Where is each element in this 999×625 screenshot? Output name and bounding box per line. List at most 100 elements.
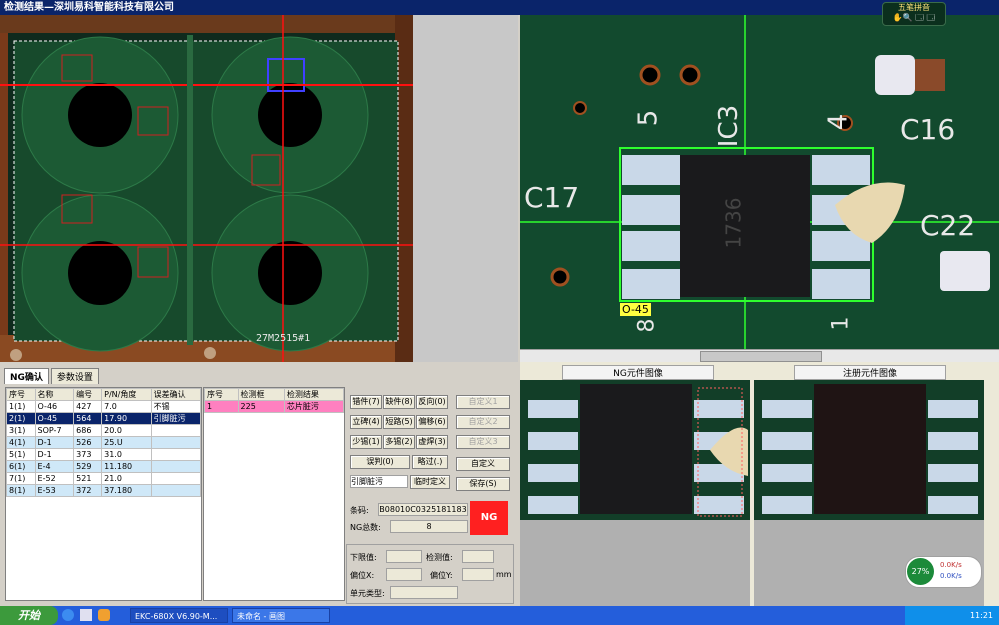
skip-button[interactable]: 略过(.) <box>412 455 448 469</box>
cell: 11.180 <box>101 460 152 473</box>
ng-image-title: NG元件图像 <box>562 365 714 380</box>
media-icon[interactable] <box>97 609 110 621</box>
cell: E-4 <box>34 460 75 473</box>
cell: 564 <box>73 412 103 425</box>
defect-button-short[interactable]: 短路(5) <box>383 415 415 429</box>
cell: E-52 <box>34 472 75 485</box>
table-row[interactable]: 7(1) E-52 521 21.0 <box>6 472 202 485</box>
image-divider <box>413 15 518 362</box>
silk-label-ic3: IC3 <box>714 104 745 148</box>
col-name: 名称 <box>34 388 75 401</box>
table-row[interactable]: 3(1) SOP-7 686 20.0 <box>6 424 202 437</box>
offset-x-label: 偏位X: <box>350 571 375 580</box>
custom-button-3[interactable]: 自定义3 <box>456 435 510 449</box>
defect-button-missing[interactable]: 缺件(8) <box>383 395 415 409</box>
board-label: 27M2515#1 <box>256 333 311 344</box>
table-row[interactable]: 4(1) D-1 526 25.U <box>6 436 202 449</box>
cell <box>150 424 202 437</box>
start-button[interactable]: 开始 <box>0 606 58 625</box>
cell <box>150 448 202 461</box>
table-row[interactable]: 6(1) E-4 529 11.180 <box>6 460 202 473</box>
defect-button-wrong-part[interactable]: 错件(7) <box>350 395 382 409</box>
cell: 2(1) <box>6 412 36 425</box>
col-detail-index: 序号 <box>204 388 239 401</box>
ng-component-image[interactable] <box>520 380 750 520</box>
taskbar-item-paint[interactable]: 未命名 - 画图 <box>232 608 330 623</box>
cell: 521 <box>73 472 103 485</box>
ng-status-indicator: NG <box>470 501 508 535</box>
net-speed-down: 0.0K/s <box>940 572 962 580</box>
cell: 17.90 <box>101 412 152 425</box>
lower-limit-field <box>386 550 422 563</box>
cell: SOP-7 <box>34 424 75 437</box>
cell: 芯片脏污 <box>283 400 345 413</box>
overview-pcb-image[interactable]: 27M2515#1 <box>0 15 413 362</box>
defect-button-offset[interactable]: 偏移(6) <box>416 415 448 429</box>
cell: 686 <box>73 424 103 437</box>
custom-define-button[interactable]: 自定义 <box>456 457 510 471</box>
cell: 5(1) <box>6 448 36 461</box>
detail-table: 序号 检测框 检测结果 1 225 芯片脏污 <box>203 387 345 601</box>
cell: D-1 <box>34 436 75 449</box>
ng-total-field: 8 <box>390 520 468 533</box>
cell: 427 <box>73 400 103 413</box>
unit-label: mm <box>496 570 512 579</box>
net-speed-up: 0.0K/s <box>940 561 962 569</box>
table-row[interactable]: 1(1) O-46 427 7.0 不锡 <box>6 400 202 413</box>
zoom-scrollbar[interactable] <box>520 349 999 362</box>
ref-component-image[interactable] <box>754 380 984 520</box>
ref-component-svg <box>754 380 984 520</box>
table-row-selected[interactable]: 1 225 芯片脏污 <box>204 400 345 413</box>
detect-value-field <box>462 550 494 563</box>
window-title-bar: 检测结果—深圳易科智能科技有限公司 <box>0 0 999 15</box>
cell <box>150 472 202 485</box>
cell <box>150 436 202 449</box>
silk-label-5: 5 <box>633 109 664 127</box>
ime-toolbar[interactable]: 五笔拼音 ✋🔍 🗔 🗔 <box>882 2 946 26</box>
detect-value-label: 检测值: <box>426 553 453 562</box>
zoom-component-image[interactable]: 5 IC3 4 C16 C17 C22 8 1 1736 O-45 <box>520 15 999 349</box>
cell: 不锡 <box>150 400 202 413</box>
ie-icon[interactable] <box>62 609 74 621</box>
cell: 1 <box>204 400 239 413</box>
cell: 7(1) <box>6 472 36 485</box>
zoom-scroll-thumb[interactable] <box>700 351 822 362</box>
save-button[interactable]: 保存(S) <box>456 477 510 491</box>
desktop-icon[interactable] <box>79 609 92 621</box>
cell: 6(1) <box>6 460 36 473</box>
defect-button-reverse[interactable]: 反向(0) <box>416 395 448 409</box>
ng-list-header: 序号 名称 编号 P/N/角度 误差确认 <box>6 388 202 401</box>
net-speed-widget[interactable]: 27% 0.0K/s 0.0K/s <box>905 556 982 588</box>
defect-button-tombstone[interactable]: 立碑(4) <box>350 415 382 429</box>
cell: 526 <box>73 436 103 449</box>
net-speed-percent: 27% <box>907 558 934 585</box>
tab-ng-confirm[interactable]: NG确认 <box>4 368 49 384</box>
tab-params[interactable]: 参数设置 <box>50 368 99 384</box>
cell: 21.0 <box>101 472 152 485</box>
table-row-selected[interactable]: 2(1) O-45 564 17.90 引脚脏污 <box>6 412 202 425</box>
custom-button-1[interactable]: 自定义1 <box>456 395 510 409</box>
cell: 引脚脏污 <box>150 412 202 425</box>
custom-button-2[interactable]: 自定义2 <box>456 415 510 429</box>
table-row[interactable]: 5(1) D-1 373 31.0 <box>6 448 202 461</box>
window-title: 检测结果—深圳易科智能科技有限公司 <box>4 2 174 13</box>
retest-button[interactable]: 误判(0) <box>350 455 410 469</box>
silk-label-c17: C17 <box>524 181 580 214</box>
defect-name-input[interactable]: 引脚脏污 <box>350 475 408 488</box>
ng-list: 序号 名称 编号 P/N/角度 误差确认 1(1) O-46 427 7.0 不锡 2(… <box>6 388 202 497</box>
col-detect-box: 检测框 <box>237 388 285 401</box>
defect-button-cold-joint[interactable]: 虚焊(3) <box>416 435 448 449</box>
barcode-field: B08010C0325181183 <box>378 503 468 516</box>
taskbar-item-inspector[interactable]: EKC-680X V6.90-M... <box>130 608 228 623</box>
table-row[interactable]: 8(1) E-53 372 37.180 <box>6 484 202 497</box>
cell <box>150 484 202 497</box>
temp-define-button[interactable]: 临时定义 <box>410 475 450 489</box>
ng-image-lower-area <box>520 520 750 606</box>
ng-component-svg <box>520 380 750 520</box>
defect-button-less-solder[interactable]: 少锡(1) <box>350 435 382 449</box>
cell: 31.0 <box>101 448 152 461</box>
cell: 3(1) <box>6 424 36 437</box>
defect-button-more-solder[interactable]: 多锡(2) <box>383 435 415 449</box>
lower-limit-label: 下限值: <box>350 553 377 562</box>
clock: 11:21 <box>969 611 993 620</box>
